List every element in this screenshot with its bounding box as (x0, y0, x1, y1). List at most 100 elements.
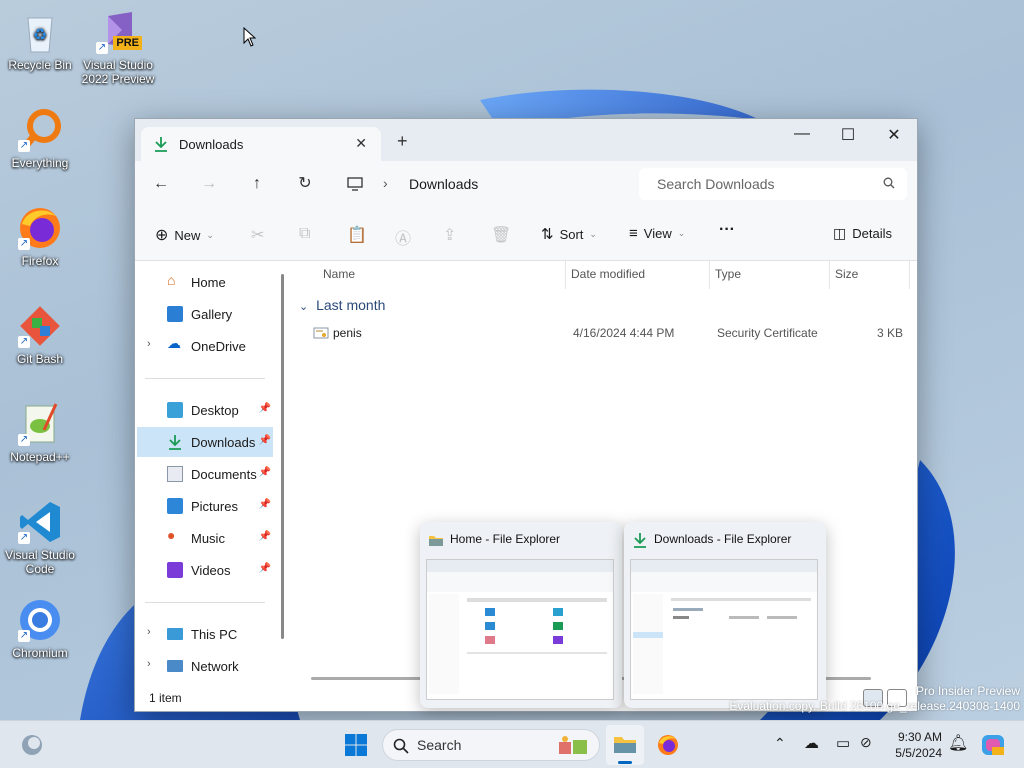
column-divider[interactable] (829, 261, 830, 289)
nav-item-documents[interactable]: Documents 📌 (137, 459, 273, 489)
more-options-button[interactable]: ··· (719, 221, 735, 239)
notification-bell-icon[interactable]: 🔔︎ (948, 733, 968, 753)
share-button[interactable]: ⇪ (443, 225, 456, 245)
new-tab-button[interactable]: + (397, 131, 408, 152)
minimize-button[interactable]: — (779, 125, 825, 143)
taskbar-search-box[interactable]: Search (382, 729, 600, 761)
group-header[interactable]: ⌄ Last month (299, 297, 385, 313)
desktop-icon-label: Notepad++ (10, 450, 70, 464)
monitor-icon[interactable] (347, 176, 363, 192)
video-icon (167, 562, 183, 578)
sort-label: Sort (559, 226, 584, 242)
tab-bar: Downloads ✕ + — ☐ ✕ (135, 119, 917, 161)
thumbnail-home-explorer[interactable]: Home - File Explorer (420, 522, 622, 708)
expand-chevron-icon[interactable]: › (147, 338, 151, 350)
system-clock[interactable]: 9:30 AM 5/5/2024 (884, 729, 942, 761)
status-bar-item-count: 1 item (149, 691, 182, 705)
widgets-icon[interactable] (20, 733, 44, 757)
desktop-icon-recycle-bin[interactable]: ♻ Recycle Bin (0, 8, 80, 72)
nav-label: Documents (191, 466, 257, 482)
nav-item-videos[interactable]: Videos 📌 (137, 555, 273, 585)
nav-item-onedrive[interactable]: › ☁ OneDrive (137, 331, 273, 361)
expand-chevron-icon[interactable]: › (147, 626, 151, 638)
display-icon[interactable]: ▭ (836, 734, 850, 752)
sort-button[interactable]: ⇅ Sort ⌄ (541, 225, 597, 243)
details-pane-button[interactable]: ◫ Details (833, 225, 892, 242)
windows-watermark: Pro Insider Preview Evaluation copy. Bui… (729, 684, 1020, 714)
chevron-up-icon[interactable]: ⌃ (774, 735, 786, 752)
thumbnail-downloads-explorer[interactable]: Downloads - File Explorer (624, 522, 826, 708)
tab-downloads[interactable]: Downloads ✕ (141, 127, 381, 161)
column-divider[interactable] (709, 261, 710, 289)
maximize-button[interactable]: ☐ (825, 125, 871, 145)
pin-icon: 📌 (258, 499, 271, 510)
desktop-icon-vscode[interactable]: ↗ Visual Studio Code (0, 498, 80, 576)
forward-button[interactable]: → (197, 173, 221, 197)
pin-icon: 📌 (258, 467, 271, 478)
search-icon (393, 738, 409, 754)
expand-chevron-icon[interactable]: › (147, 658, 151, 670)
new-button[interactable]: ⊕ New ⌄ (155, 225, 214, 245)
close-tab-icon[interactable]: ✕ (355, 135, 367, 152)
column-divider[interactable] (909, 261, 910, 289)
copy-button[interactable]: ⧉ (299, 225, 310, 243)
desktop-icon-notepad-plus-plus[interactable]: ↗ Notepad++ (0, 400, 80, 464)
desktop-icon-chromium[interactable]: ↗ Chromium (0, 596, 80, 660)
nav-item-downloads[interactable]: Downloads 📌 (137, 427, 273, 457)
taskbar-firefox-icon[interactable] (656, 733, 680, 757)
rename-button[interactable]: Ⓐ (395, 225, 411, 249)
search-placeholder: Search Downloads (657, 176, 775, 192)
active-indicator (618, 761, 632, 764)
paste-button[interactable]: 📋 (347, 225, 367, 245)
delete-button[interactable]: 🗑 (491, 225, 511, 245)
refresh-button[interactable]: ↻ (293, 173, 317, 197)
cut-button[interactable]: ✂ (251, 225, 264, 245)
column-header-date[interactable]: Date modified (571, 267, 645, 281)
close-window-button[interactable]: ✕ (871, 125, 917, 145)
back-button[interactable]: ← (149, 173, 173, 197)
taskbar-file-explorer[interactable] (606, 725, 644, 765)
nav-scrollbar[interactable] (281, 274, 284, 639)
start-button-windows-icon[interactable] (344, 733, 368, 757)
pin-icon: 📌 (258, 403, 271, 414)
desktop-icon-visual-studio-preview[interactable]: PRE ↗ Visual Studio 2022 Preview (78, 8, 158, 86)
cloud-icon: ☁ (167, 335, 181, 351)
up-button[interactable]: ↑ (245, 173, 269, 197)
nav-item-pictures[interactable]: Pictures 📌 (137, 491, 273, 521)
desktop-icon-label: Git Bash (16, 352, 64, 366)
nav-item-network[interactable]: › Network (137, 651, 273, 681)
column-divider[interactable] (565, 261, 566, 289)
copilot-icon[interactable] (980, 732, 1006, 758)
network-status-icon[interactable]: ⊘ (860, 734, 872, 751)
group-label: Last month (316, 297, 386, 313)
search-input[interactable]: Search Downloads (639, 168, 907, 200)
notepad-plus-plus-icon: ↗ (16, 400, 64, 448)
breadcrumb[interactable]: Downloads (409, 176, 478, 192)
nav-item-desktop[interactable]: Desktop 📌 (137, 395, 273, 425)
desktop-icon-git-bash[interactable]: ↗ Git Bash (0, 302, 80, 366)
nav-item-home[interactable]: ⌂ Home (137, 267, 273, 297)
chevron-right-icon[interactable]: › (383, 175, 388, 191)
desktop-icon-firefox[interactable]: ↗ Firefox (0, 204, 80, 268)
desktop-icon-label: Recycle Bin (8, 58, 72, 72)
nav-label: OneDrive (191, 338, 246, 354)
pin-icon: 📌 (258, 435, 271, 446)
navigation-pane: ⌂ Home Gallery › ☁ OneDrive Desktop 📌 Do… (135, 261, 285, 687)
nav-item-gallery[interactable]: Gallery (137, 299, 273, 329)
nav-item-this-pc[interactable]: › This PC (137, 619, 273, 649)
view-button[interactable]: ≡ View ⌄ (629, 225, 685, 242)
folder-icon (614, 737, 636, 753)
shortcut-arrow-icon: ↗ (18, 434, 30, 446)
column-header-type[interactable]: Type (715, 267, 741, 281)
file-row[interactable]: penis 4/16/2024 4:44 PM Security Certifi… (285, 323, 917, 345)
nav-item-music[interactable]: ● Music 📌 (137, 523, 273, 553)
chevron-down-icon: ⌄ (677, 228, 686, 238)
music-icon: ● (167, 527, 176, 543)
desktop-icon-everything[interactable]: ↗ Everything (0, 106, 80, 170)
column-header-name[interactable]: Name (323, 267, 355, 281)
gallery-icon (167, 306, 183, 322)
cloud-sync-icon[interactable]: ☁ (804, 734, 819, 752)
column-header-size[interactable]: Size (835, 267, 858, 281)
computer-icon (167, 628, 183, 640)
svg-text:♻: ♻ (33, 27, 47, 44)
